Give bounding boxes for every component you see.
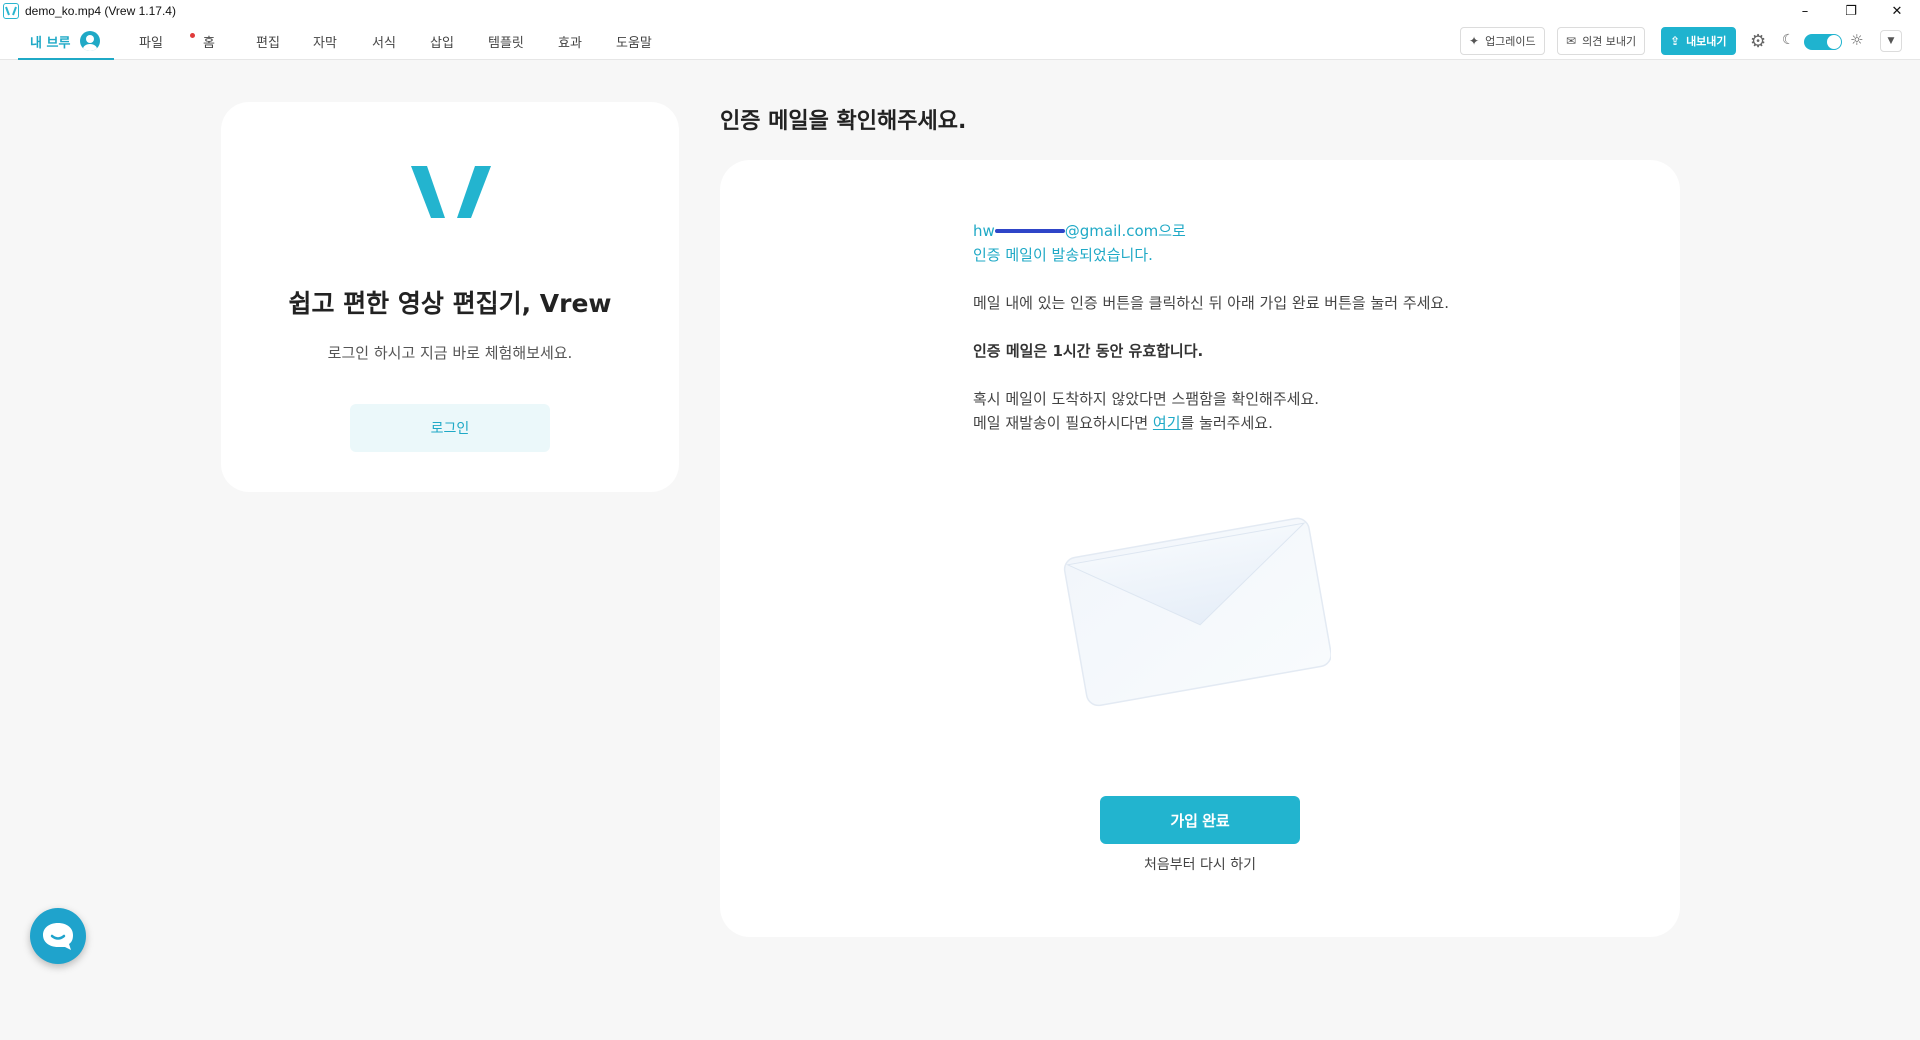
sparkle-icon: ✦	[1469, 34, 1480, 48]
tab-format[interactable]: 서식	[372, 22, 396, 60]
menu-bar: 내 브루 파일 홈 편집 자막 서식 삽입 템플릿 효과 도움말 ✦ 업그레이드…	[0, 22, 1920, 60]
chat-support-button[interactable]	[30, 908, 86, 964]
export-button[interactable]: ⇪ 내보내기	[1661, 27, 1736, 55]
upgrade-label: 업그레이드	[1485, 35, 1536, 48]
resend-prefix: 메일 재발송이 필요하시다면	[973, 414, 1153, 432]
sent-message: 인증 메일이 발송되었습니다.	[973, 246, 1153, 264]
envelope-illustration	[1063, 517, 1331, 707]
tab-insert[interactable]: 삽입	[430, 22, 454, 60]
close-button[interactable]: ✕	[1874, 0, 1920, 22]
tab-help[interactable]: 도움말	[616, 22, 652, 60]
notification-dot	[190, 33, 195, 38]
sun-icon: ☼	[1850, 31, 1864, 49]
email-redaction	[994, 228, 1065, 233]
email-address: hw @gmail.com으로	[973, 220, 1186, 241]
gear-icon[interactable]: ⚙	[1750, 31, 1766, 52]
window-title: demo_ko.mp4 (Vrew 1.17.4)	[25, 4, 176, 18]
email-suffix: @gmail.com으로	[1064, 222, 1186, 240]
validity-notice: 인증 메일은 1시간 동안 유효합니다.	[973, 342, 1204, 360]
tab-my-vrew[interactable]: 내 브루	[30, 22, 101, 60]
feedback-label: 의견 보내기	[1582, 35, 1637, 48]
verification-card: hw @gmail.com으로 인증 메일이 발송되었습니다. 메일 내에 있는 …	[720, 160, 1680, 937]
moon-icon: ☾	[1782, 32, 1795, 48]
email-prefix: hw	[973, 222, 995, 240]
upgrade-button[interactable]: ✦ 업그레이드	[1460, 27, 1545, 55]
signup-complete-button[interactable]: 가입 완료	[1100, 796, 1300, 844]
chat-bubble-icon	[43, 923, 73, 950]
restart-link[interactable]: 처음부터 다시 하기	[1100, 854, 1300, 874]
mail-icon: ✉	[1566, 34, 1577, 48]
toggle-knob	[1827, 35, 1841, 49]
tab-subtitle[interactable]: 자막	[313, 22, 337, 60]
export-icon: ⇪	[1670, 34, 1681, 48]
title-bar: demo_ko.mp4 (Vrew 1.17.4) – ❐ ✕	[0, 0, 1920, 22]
export-label: 내보내기	[1686, 35, 1727, 48]
tab-file[interactable]: 파일	[139, 22, 163, 60]
user-avatar-icon	[80, 31, 101, 51]
intro-subtitle: 로그인 하시고 지금 바로 체험해보세요.	[327, 344, 573, 362]
feedback-button[interactable]: ✉ 의견 보내기	[1557, 27, 1646, 55]
resend-suffix: 를 눌러주세요.	[1180, 414, 1273, 432]
active-tab-indicator	[18, 58, 114, 60]
page-title: 인증 메일을 확인해주세요.	[720, 109, 967, 134]
tab-edit[interactable]: 편집	[256, 22, 280, 60]
theme-toggle[interactable]	[1804, 34, 1842, 50]
login-button[interactable]: 로그인	[350, 404, 550, 452]
resend-link[interactable]: 여기	[1153, 414, 1181, 432]
chevron-down-icon[interactable]: ▼	[1880, 30, 1902, 52]
instruction-text: 메일 내에 있는 인증 버튼을 클릭하신 뒤 아래 가입 완료 버튼을 눌러 주…	[973, 294, 1449, 312]
tab-effects[interactable]: 효과	[558, 22, 582, 60]
tab-my-vrew-label: 내 브루	[30, 35, 71, 51]
spam-notice: 혹시 메일이 도착하지 않았다면 스팸함을 확인해주세요.	[973, 390, 1320, 408]
minimize-button[interactable]: –	[1782, 0, 1828, 22]
tab-template[interactable]: 템플릿	[488, 22, 524, 60]
intro-title: 쉽고 편한 영상 편집기, Vrew	[288, 289, 612, 318]
vrew-app-icon	[3, 3, 19, 19]
intro-card: 쉽고 편한 영상 편집기, Vrew 로그인 하시고 지금 바로 체험해보세요.…	[221, 102, 679, 492]
tab-home[interactable]: 홈	[203, 22, 215, 60]
resend-notice: 메일 재발송이 필요하시다면 여기를 눌러주세요.	[973, 412, 1273, 433]
restore-button[interactable]: ❐	[1828, 0, 1874, 22]
vrew-logo	[411, 166, 491, 218]
